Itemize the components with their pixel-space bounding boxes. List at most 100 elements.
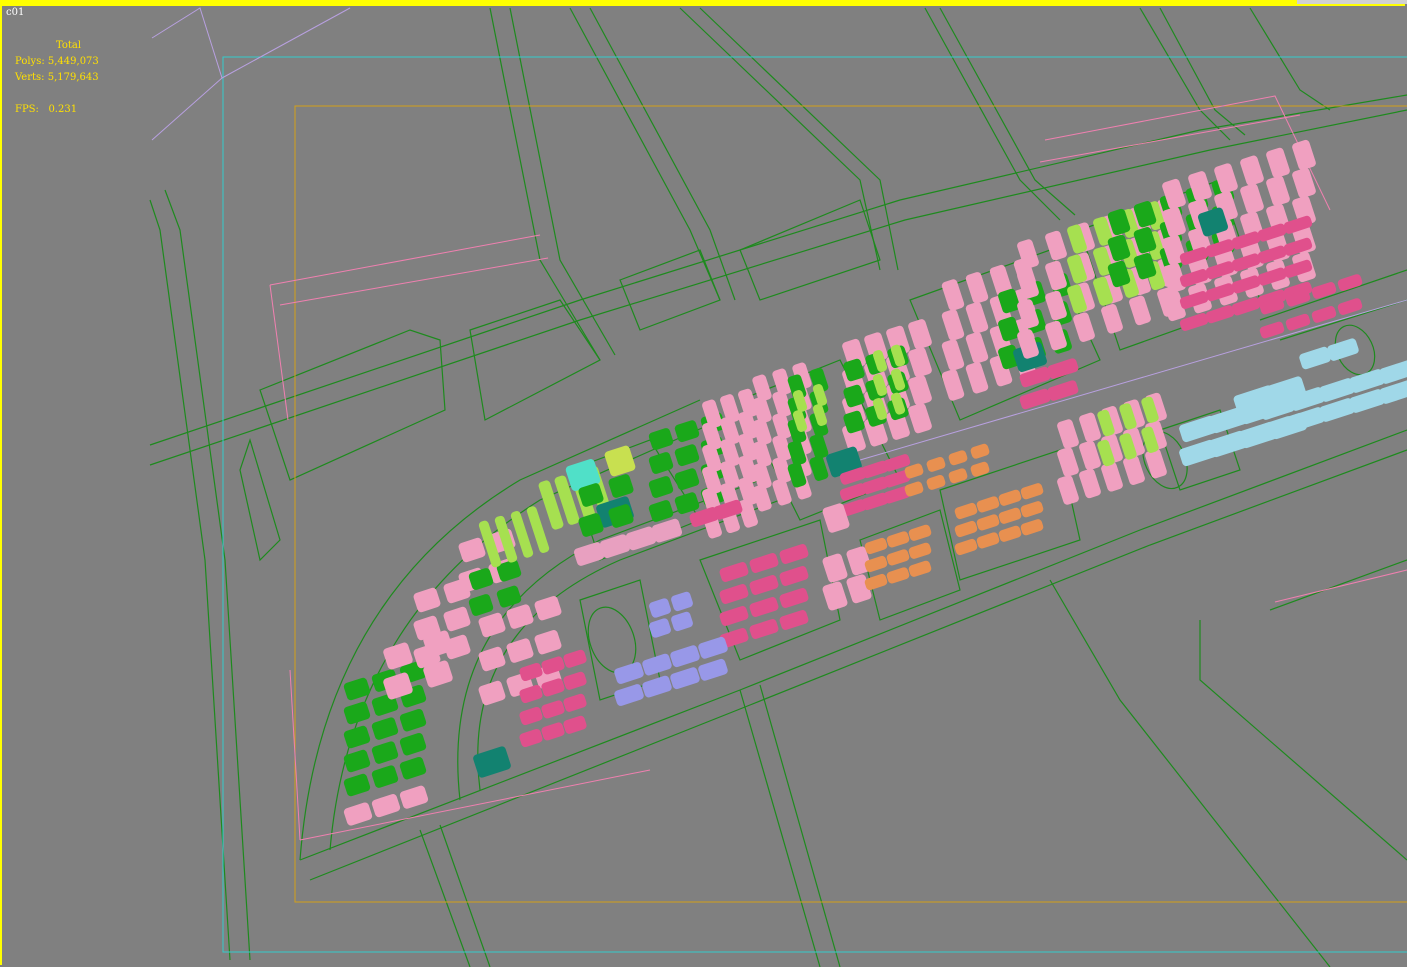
- building-residential[interactable]: [965, 271, 989, 304]
- building-residential[interactable]: [371, 740, 399, 765]
- building-residential[interactable]: [907, 318, 933, 350]
- building-residential[interactable]: [399, 756, 427, 781]
- building-residential[interactable]: [1265, 175, 1291, 207]
- building-residential[interactable]: [779, 543, 810, 565]
- building-residential[interactable]: [343, 801, 373, 826]
- building-residential[interactable]: [907, 374, 933, 406]
- building-commercial[interactable]: [998, 507, 1023, 525]
- building-residential[interactable]: [749, 618, 780, 640]
- building-commercial[interactable]: [1020, 518, 1045, 536]
- building-residential[interactable]: [1056, 418, 1080, 450]
- building-residential[interactable]: [412, 587, 441, 613]
- building-residential[interactable]: [1044, 320, 1068, 352]
- building-residential[interactable]: [399, 732, 427, 757]
- building-residential[interactable]: [562, 649, 587, 669]
- building-school[interactable]: [670, 591, 694, 612]
- building-residential[interactable]: [371, 793, 401, 818]
- perspective-viewport[interactable]: c01 Total Polys: 5,449,073 Verts: 5,179,…: [0, 0, 1407, 967]
- building-residential[interactable]: [1019, 388, 1052, 411]
- building-residential[interactable]: [648, 499, 674, 523]
- building-residential[interactable]: [719, 561, 750, 583]
- building-residential[interactable]: [505, 603, 534, 629]
- building-commercial[interactable]: [1020, 482, 1045, 500]
- building-residential[interactable]: [941, 278, 965, 311]
- building-residential[interactable]: [821, 553, 848, 584]
- building-residential[interactable]: [540, 699, 565, 719]
- building-residential[interactable]: [1311, 281, 1338, 300]
- building-residential[interactable]: [1056, 446, 1080, 478]
- building-school[interactable]: [697, 636, 729, 660]
- building-commercial[interactable]: [970, 443, 991, 460]
- building-residential[interactable]: [562, 715, 587, 735]
- building-residential[interactable]: [371, 764, 399, 789]
- building-commercial[interactable]: [908, 560, 933, 578]
- building-residential[interactable]: [1128, 295, 1152, 327]
- building-commercial[interactable]: [948, 449, 969, 466]
- building-residential[interactable]: [518, 728, 543, 748]
- building-residential[interactable]: [907, 402, 933, 434]
- building-school[interactable]: [648, 597, 672, 618]
- building-residential[interactable]: [1044, 260, 1068, 292]
- building-commercial[interactable]: [976, 531, 1001, 549]
- building-commercial[interactable]: [886, 566, 911, 584]
- building-commercial[interactable]: [908, 524, 933, 542]
- building-residential[interactable]: [965, 361, 989, 394]
- building-residential[interactable]: [607, 473, 634, 499]
- building-residential[interactable]: [648, 475, 674, 499]
- building-school[interactable]: [669, 644, 701, 668]
- building-residential[interactable]: [533, 595, 562, 621]
- building-residential[interactable]: [1072, 311, 1096, 343]
- building-residential[interactable]: [1337, 297, 1364, 316]
- building-residential[interactable]: [399, 785, 429, 810]
- building-residential[interactable]: [343, 773, 371, 798]
- building-residential[interactable]: [749, 552, 780, 574]
- building-residential[interactable]: [399, 708, 427, 733]
- building-commercial[interactable]: [864, 573, 889, 591]
- building-commercial[interactable]: [954, 520, 979, 538]
- building-residential[interactable]: [477, 680, 506, 706]
- building-residential[interactable]: [965, 301, 989, 334]
- building-commercial[interactable]: [954, 538, 979, 556]
- building-residential[interactable]: [540, 721, 565, 741]
- building-residential[interactable]: [821, 581, 848, 612]
- building-residential[interactable]: [941, 308, 965, 341]
- building-commercial[interactable]: [970, 461, 991, 478]
- building-school[interactable]: [1326, 337, 1359, 361]
- building-residential[interactable]: [1044, 230, 1068, 262]
- building-commercial[interactable]: [886, 530, 911, 548]
- building-residential[interactable]: [518, 706, 543, 726]
- building-residential[interactable]: [540, 655, 565, 675]
- building-residential[interactable]: [1100, 461, 1124, 493]
- building-residential[interactable]: [1056, 474, 1080, 506]
- building-residential[interactable]: [1100, 303, 1124, 335]
- building-residential[interactable]: [907, 346, 933, 378]
- building-residential[interactable]: [1122, 454, 1146, 486]
- building-residential[interactable]: [779, 609, 810, 631]
- building-residential[interactable]: [648, 427, 674, 451]
- building-residential[interactable]: [674, 443, 700, 467]
- building-residential[interactable]: [1239, 155, 1265, 187]
- building-residential[interactable]: [533, 629, 562, 655]
- building-residential[interactable]: [562, 693, 587, 713]
- building-commercial[interactable]: [886, 548, 911, 566]
- building-commercial[interactable]: [926, 456, 947, 473]
- building-school[interactable]: [1298, 346, 1331, 370]
- building-residential[interactable]: [674, 419, 700, 443]
- building-tower[interactable]: [604, 445, 637, 478]
- building-school[interactable]: [613, 683, 645, 707]
- building-residential[interactable]: [562, 671, 587, 691]
- building-school[interactable]: [613, 661, 645, 685]
- building-school[interactable]: [1378, 359, 1407, 385]
- building-residential[interactable]: [779, 587, 810, 609]
- building-commercial[interactable]: [1020, 500, 1045, 518]
- building-residential[interactable]: [941, 368, 965, 401]
- building-residential[interactable]: [719, 583, 750, 605]
- building-school[interactable]: [697, 658, 729, 682]
- building-residential[interactable]: [779, 565, 810, 587]
- building-residential[interactable]: [477, 612, 506, 638]
- building-residential[interactable]: [1047, 379, 1080, 402]
- building-school[interactable]: [670, 611, 694, 632]
- building-commercial[interactable]: [998, 525, 1023, 543]
- building-residential[interactable]: [468, 593, 494, 617]
- building-residential[interactable]: [749, 574, 780, 596]
